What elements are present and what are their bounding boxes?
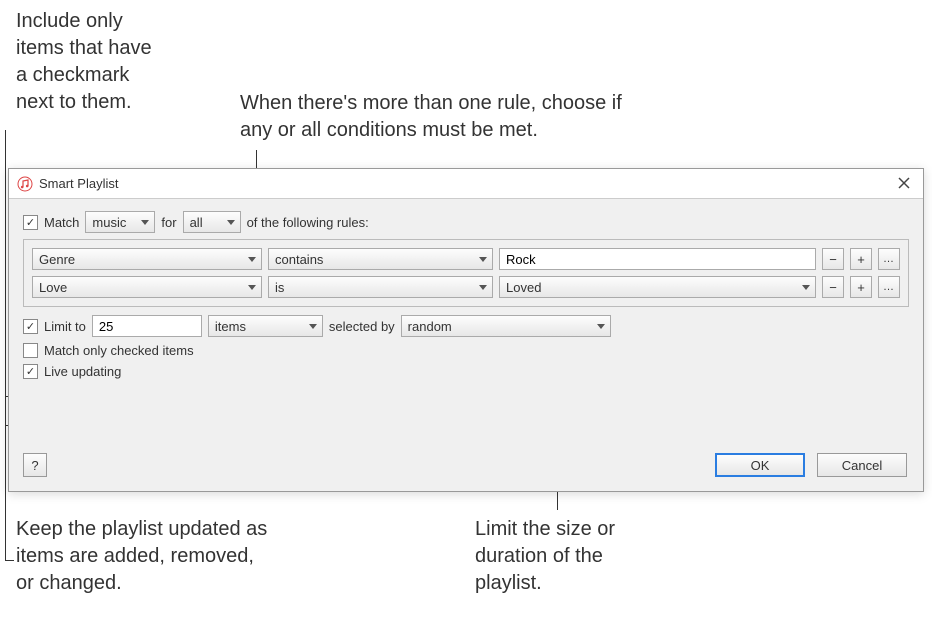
- rule-options-button[interactable]: …: [878, 248, 900, 270]
- rule-operator-value: is: [275, 280, 284, 295]
- dialog-title: Smart Playlist: [39, 176, 118, 191]
- dialog-content: Match music for all of the following rul…: [9, 199, 923, 397]
- limit-count-input[interactable]: [92, 315, 202, 337]
- rule-value-input[interactable]: [499, 248, 816, 270]
- rule-row: Love is Loved − + …: [32, 276, 900, 298]
- rule-field-value: Genre: [39, 252, 75, 267]
- footer-buttons: OK Cancel: [715, 453, 907, 477]
- limit-checkbox[interactable]: [23, 319, 38, 334]
- rule-operator-select[interactable]: contains: [268, 248, 493, 270]
- live-updating-label: Live updating: [44, 364, 121, 379]
- selected-by-select[interactable]: random: [401, 315, 611, 337]
- conditions-value: all: [190, 215, 203, 230]
- match-type-select[interactable]: music: [85, 211, 155, 233]
- help-label: ?: [31, 458, 38, 473]
- rule-field-value: Love: [39, 280, 67, 295]
- close-button[interactable]: [895, 174, 913, 192]
- ok-button[interactable]: OK: [715, 453, 805, 477]
- selected-by-label: selected by: [329, 319, 395, 334]
- for-label: for: [161, 215, 176, 230]
- rule-options-button[interactable]: …: [878, 276, 900, 298]
- match-label: Match: [44, 215, 79, 230]
- match-checked-row: Match only checked items: [23, 343, 909, 358]
- rule-field-select[interactable]: Love: [32, 276, 262, 298]
- limit-unit-value: items: [215, 319, 246, 334]
- titlebar: Smart Playlist: [9, 169, 923, 199]
- rule-value: Loved: [506, 280, 541, 295]
- rule-value-select[interactable]: Loved: [499, 276, 816, 298]
- annotation-limit: Limit the size or duration of the playli…: [475, 516, 675, 597]
- cancel-button[interactable]: Cancel: [817, 453, 907, 477]
- close-icon: [898, 177, 910, 189]
- rules-container: Genre contains − + … Love is Loved: [23, 239, 909, 307]
- rule-field-select[interactable]: Genre: [32, 248, 262, 270]
- remove-rule-button[interactable]: −: [822, 276, 844, 298]
- rule-row: Genre contains − + …: [32, 248, 900, 270]
- callout-line: [5, 560, 14, 561]
- callout-line: [5, 130, 6, 560]
- limit-row: Limit to items selected by random: [23, 315, 909, 337]
- add-rule-button[interactable]: +: [850, 276, 872, 298]
- match-checked-checkbox[interactable]: [23, 343, 38, 358]
- match-checked-label: Match only checked items: [44, 343, 194, 358]
- itunes-icon: [17, 176, 33, 192]
- help-button[interactable]: ?: [23, 453, 47, 477]
- live-updating-checkbox[interactable]: [23, 364, 38, 379]
- selected-by-value: random: [408, 319, 452, 334]
- match-row: Match music for all of the following rul…: [23, 211, 909, 233]
- conditions-select[interactable]: all: [183, 211, 241, 233]
- match-type-value: music: [92, 215, 126, 230]
- annotation-live-updating: Keep the playlist updated as items are a…: [16, 516, 326, 597]
- annotation-checkmark: Include only items that have a checkmark…: [16, 8, 206, 116]
- smart-playlist-dialog: Smart Playlist Match music for all of th…: [8, 168, 924, 492]
- rule-operator-select[interactable]: is: [268, 276, 493, 298]
- limit-label: Limit to: [44, 319, 86, 334]
- limit-unit-select[interactable]: items: [208, 315, 323, 337]
- add-rule-button[interactable]: +: [850, 248, 872, 270]
- match-checkbox[interactable]: [23, 215, 38, 230]
- rules-suffix-label: of the following rules:: [247, 215, 369, 230]
- live-updating-row: Live updating: [23, 364, 909, 379]
- rule-operator-value: contains: [275, 252, 323, 267]
- remove-rule-button[interactable]: −: [822, 248, 844, 270]
- ok-label: OK: [751, 458, 770, 473]
- annotation-conditions: When there's more than one rule, choose …: [240, 90, 710, 144]
- cancel-label: Cancel: [842, 458, 882, 473]
